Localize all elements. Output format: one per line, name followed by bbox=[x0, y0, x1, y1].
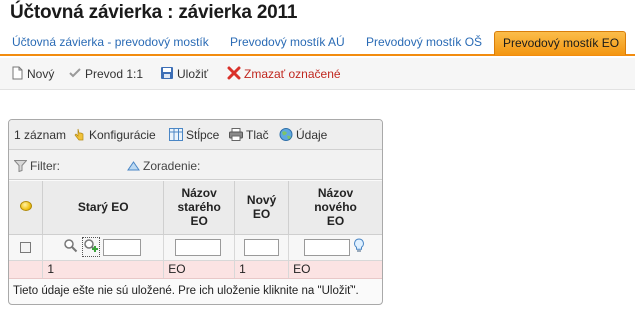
grid-toolbar: 1 záznam Konfigurácie Stĺpce Tlač Údaje bbox=[9, 120, 382, 150]
nazov-noveho-filter-input[interactable] bbox=[304, 238, 351, 256]
pointer-hand-icon bbox=[72, 128, 86, 141]
record-count: 1 záznam bbox=[14, 128, 67, 142]
stary-eo-filter-input[interactable] bbox=[103, 238, 142, 256]
cell-nazov-stareho-eo: EO bbox=[163, 260, 236, 279]
columns-button[interactable]: Stĺpce bbox=[169, 128, 219, 142]
grid-panel: 1 záznam Konfigurácie Stĺpce Tlač Údaje bbox=[8, 119, 383, 305]
save-icon bbox=[160, 66, 174, 80]
save-button[interactable]: Uložiť bbox=[160, 66, 208, 82]
column-header-stary-eo[interactable]: Starý EO bbox=[42, 181, 165, 235]
column-header-nazov-stareho-eo[interactable]: Názov starého EO bbox=[163, 181, 236, 235]
tab-prevodovy-mostik-au[interactable]: Prevodový mostík AÚ bbox=[222, 31, 353, 55]
column-header-novy-eo[interactable]: Nový EO bbox=[234, 181, 290, 235]
transfer-button[interactable]: Prevod 1:1 bbox=[68, 66, 143, 82]
data-button[interactable]: Údaje bbox=[279, 128, 327, 142]
nazov-stareho-filter-input[interactable] bbox=[175, 238, 222, 256]
sort-triangle-icon bbox=[127, 160, 140, 172]
page-title: Účtovná závierka : závierka 2011 bbox=[10, 2, 298, 23]
new-button[interactable]: Nový bbox=[10, 66, 54, 82]
sort-button[interactable]: Zoradenie: bbox=[127, 159, 200, 173]
tab-bar: Účtovná závierka - prevodový mostík Prev… bbox=[0, 30, 635, 56]
configurations-button[interactable]: Konfigurácie bbox=[72, 128, 156, 142]
table-row[interactable]: 1 EO 1 EO bbox=[9, 260, 382, 279]
delete-selected-button[interactable]: Zmazať označené bbox=[227, 66, 341, 82]
globe-icon bbox=[279, 128, 293, 141]
magnifier-icon[interactable] bbox=[63, 238, 78, 256]
filter-sort-bar: Filter: Zoradenie: bbox=[9, 150, 382, 180]
select-all-header[interactable] bbox=[9, 181, 44, 235]
novy-eo-filter-input[interactable] bbox=[244, 238, 280, 256]
cell-nazov-noveho-eo: EO bbox=[288, 260, 382, 279]
checkmark-icon bbox=[68, 66, 82, 80]
row-select-checkbox[interactable] bbox=[20, 242, 32, 254]
print-button[interactable]: Tlač bbox=[229, 128, 269, 142]
status-indicator-icon bbox=[19, 201, 32, 212]
printer-icon bbox=[229, 128, 243, 141]
funnel-icon bbox=[13, 160, 28, 173]
new-document-icon bbox=[10, 66, 24, 80]
unsaved-data-message: Tieto údaje ešte nie sú uložené. Pre ich… bbox=[13, 285, 359, 297]
tab-prevodovy-mostik[interactable]: Účtovná závierka - prevodový mostík bbox=[4, 31, 217, 55]
columns-icon bbox=[169, 128, 183, 141]
grid-filter-row bbox=[9, 234, 382, 261]
filter-button[interactable]: Filter: bbox=[13, 159, 60, 173]
cell-stary-eo: 1 bbox=[42, 260, 165, 279]
data-grid: Starý EO Názov starého EO Nový EO Názov … bbox=[9, 181, 382, 279]
cell-novy-eo: 1 bbox=[234, 260, 290, 279]
delete-x-icon bbox=[227, 66, 241, 80]
tab-prevodovy-mostik-eo[interactable]: Prevodový mostík EO bbox=[494, 31, 626, 55]
tab-prevodovy-mostik-os[interactable]: Prevodový mostík OŠ bbox=[358, 31, 490, 55]
lightbulb-icon[interactable] bbox=[353, 238, 365, 256]
action-toolbar: Nový Prevod 1:1 Uložiť Zmazať označené bbox=[0, 58, 635, 90]
add-search-icon[interactable] bbox=[81, 237, 100, 257]
column-header-nazov-noveho-eo[interactable]: Názov nového EO bbox=[288, 181, 382, 235]
grid-header-row: Starý EO Názov starého EO Nový EO Názov … bbox=[9, 181, 382, 235]
